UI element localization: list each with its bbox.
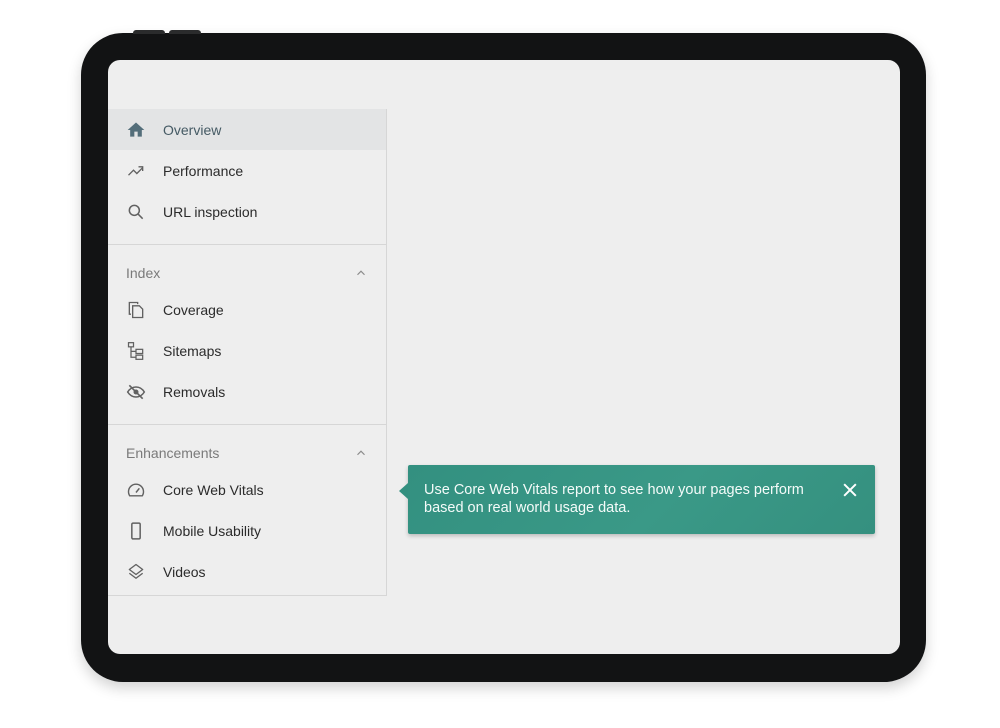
sidebar-item-url-inspection[interactable]: URL inspection bbox=[108, 191, 386, 232]
sidebar-nav: Overview Performance URL inspection Inde… bbox=[108, 109, 387, 596]
sidebar-item-coverage[interactable]: Coverage bbox=[108, 289, 386, 330]
copy-icon bbox=[126, 300, 146, 320]
device-button bbox=[169, 30, 201, 34]
layers-icon bbox=[126, 562, 146, 582]
screen: Overview Performance URL inspection Inde… bbox=[108, 60, 900, 654]
home-icon bbox=[126, 120, 146, 140]
sidebar-item-sitemaps[interactable]: Sitemaps bbox=[108, 330, 386, 371]
sidebar-item-performance[interactable]: Performance bbox=[108, 150, 386, 191]
chevron-up-icon[interactable] bbox=[354, 446, 368, 460]
core-web-vitals-tooltip: Use Core Web Vitals report to see how yo… bbox=[399, 465, 875, 534]
sidebar-item-overview[interactable]: Overview bbox=[108, 109, 386, 150]
sidebar-item-label: Videos bbox=[163, 563, 206, 580]
eye-off-icon bbox=[126, 382, 146, 402]
speed-gauge-icon bbox=[126, 480, 146, 500]
sidebar-item-label: Core Web Vitals bbox=[163, 481, 264, 498]
sidebar-item-core-web-vitals[interactable]: Core Web Vitals bbox=[108, 469, 386, 510]
tooltip-text: Use Core Web Vitals report to see how yo… bbox=[424, 482, 804, 516]
sidebar-item-label: Sitemaps bbox=[163, 342, 222, 359]
device-button bbox=[133, 30, 165, 34]
trending-up-icon bbox=[126, 161, 146, 181]
sitemap-icon bbox=[126, 341, 146, 361]
sidebar-item-label: Mobile Usability bbox=[163, 522, 262, 539]
sidebar-item-label: Performance bbox=[163, 162, 244, 179]
section-title: Enhancements bbox=[126, 445, 220, 461]
sidebar-item-mobile-usability[interactable]: Mobile Usability bbox=[108, 510, 386, 551]
sidebar-item-label: Overview bbox=[163, 121, 222, 138]
search-icon bbox=[126, 202, 146, 222]
sidebar-item-label: Removals bbox=[163, 383, 226, 400]
sidebar-item-label: URL inspection bbox=[163, 203, 258, 220]
close-icon bbox=[843, 483, 857, 497]
chevron-up-icon[interactable] bbox=[354, 266, 368, 280]
tooltip-arrow bbox=[399, 483, 408, 499]
section-title: Index bbox=[126, 265, 161, 281]
smartphone-icon bbox=[126, 521, 146, 541]
sidebar-item-videos[interactable]: Videos bbox=[108, 551, 386, 592]
sidebar-item-removals[interactable]: Removals bbox=[108, 371, 386, 412]
sidebar-item-label: Coverage bbox=[163, 301, 224, 318]
close-button[interactable] bbox=[839, 479, 861, 501]
